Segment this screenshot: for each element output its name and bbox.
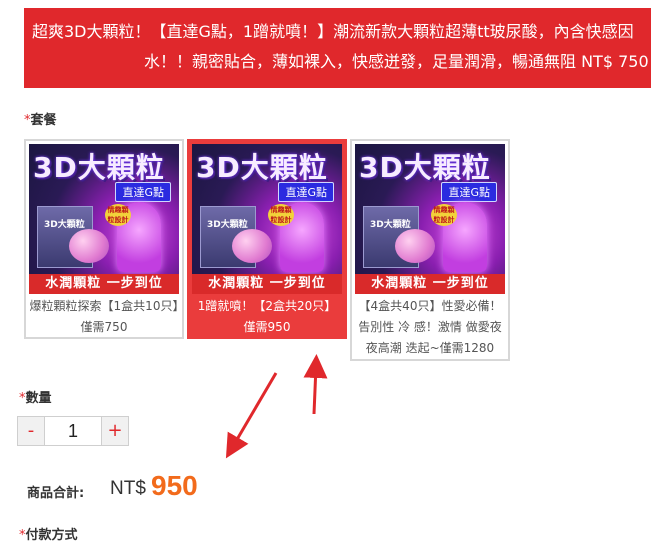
quantity-plus-button[interactable]: + [102,417,128,445]
package-option-2[interactable]: 3D大顆粒 直達G點 3D大顆粒 情趣顆粒設計 水潤顆粒 一步到位 1蹭就噴！【… [187,139,347,339]
product-box-text: 3D大顆粒 [370,220,411,230]
product-badge: 情趣顆粒設計 [268,204,294,226]
product-image-title: 3D大顆粒 [359,151,491,184]
product-image-strip: 水潤顆粒 一步到位 [355,274,505,294]
annotation-arrow-down [225,372,278,459]
product-box-text: 3D大顆粒 [207,220,248,230]
product-image-tag: 直達G點 [278,182,334,202]
product-box-text: 3D大顆粒 [44,220,85,230]
banner-line-2: 水！！親密貼合，薄如裸入，快感迸發，足量潤滑，暢通無阻 NT$ 750 [144,52,649,71]
quantity-label: *數量 [19,387,52,406]
product-image: 3D大顆粒 直達G點 3D大顆粒 情趣顆粒設計 水潤顆粒 一步到位 [29,144,179,294]
product-image-strip: 水潤顆粒 一步到位 [192,274,342,294]
product-badge: 情趣顆粒設計 [431,204,457,226]
package-option-caption: 爆粒顆粒探索【1盒共10只】僅需750 [29,299,179,334]
package-label-text: 套餐 [30,113,57,128]
product-image-strip: 水潤顆粒 一步到位 [29,274,179,294]
total-currency: NT$ [110,478,146,499]
quantity-input[interactable] [44,417,102,445]
package-option-caption: 【4盒共40只】性愛必備！告別性 冷 感！激情 做愛夜夜高潮 迭起~僅需1280 [358,299,502,355]
quantity-stepper: - + [17,416,129,446]
banner-line-1: 超爽3D大顆粒！【直達G點，1蹭就噴！】潮流新款大顆粒超薄tt玻尿酸，內含快感因 [32,22,634,41]
product-ball-graphic [232,229,272,263]
product-image-tag: 直達G點 [441,182,497,202]
product-ball-graphic [69,229,109,263]
annotation-arrow-up [303,354,328,415]
quantity-minus-button[interactable]: - [18,417,44,445]
product-image: 3D大顆粒 直達G點 3D大顆粒 情趣顆粒設計 水潤顆粒 一步到位 [192,144,342,294]
product-image-tag: 直達G點 [115,182,171,202]
package-option-caption: 1蹭就噴！【2盒共20只】僅需950 [197,299,337,334]
package-label: *套餐 [24,109,57,128]
product-image-title: 3D大顆粒 [196,151,328,184]
package-option-1[interactable]: 3D大顆粒 直達G點 3D大顆粒 情趣顆粒設計 水潤顆粒 一步到位 爆粒顆粒探索… [24,139,184,339]
package-option-3[interactable]: 3D大顆粒 直達G點 3D大顆粒 情趣顆粒設計 水潤顆粒 一步到位 【4盒共40… [350,139,510,361]
payment-label-text: 付款方式 [25,528,78,543]
quantity-label-text: 數量 [25,391,52,406]
product-image-title: 3D大顆粒 [33,151,165,184]
product-image: 3D大顆粒 直達G點 3D大顆粒 情趣顆粒設計 水潤顆粒 一步到位 [355,144,505,294]
payment-label: *付款方式 [19,524,78,543]
total-amount: 950 [151,470,198,501]
promo-banner: 超爽3D大顆粒！【直達G點，1蹭就噴！】潮流新款大顆粒超薄tt玻尿酸，內含快感因… [24,8,651,88]
product-badge: 情趣顆粒設計 [105,204,131,226]
product-ball-graphic [395,229,435,263]
total-label: 商品合計: [27,486,85,501]
